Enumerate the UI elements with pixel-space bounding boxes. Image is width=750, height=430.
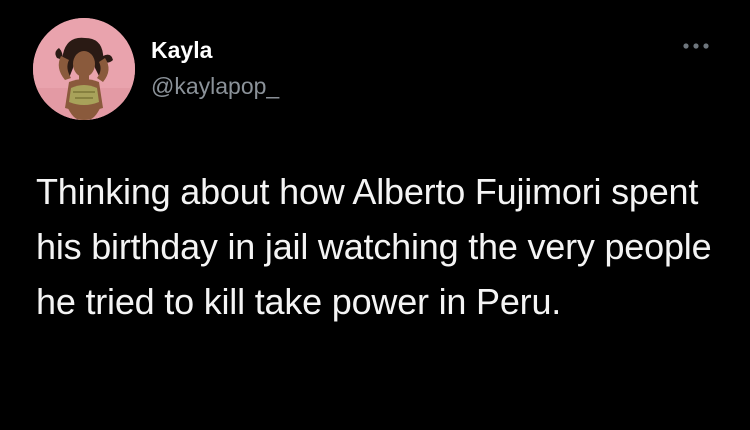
tweet-text: Thinking about how Alberto Fujimori spen… (36, 171, 712, 322)
tweet-card: Kayla @kaylapop_ Thinking about how Albe… (0, 0, 750, 430)
author-avatar[interactable] (33, 18, 135, 120)
more-options-button[interactable] (676, 34, 716, 58)
author-handle[interactable]: @kaylapop_ (151, 72, 279, 100)
more-dots-icon (683, 43, 709, 49)
author-display-name[interactable]: Kayla (151, 36, 212, 64)
profile-photo-icon (33, 18, 135, 120)
